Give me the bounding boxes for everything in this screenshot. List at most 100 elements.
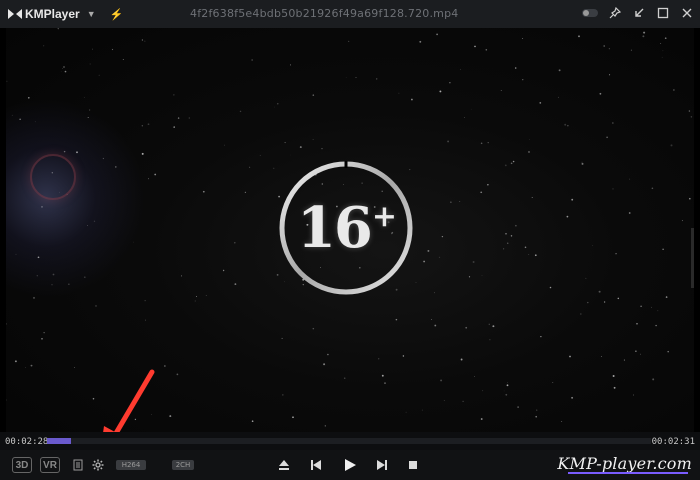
star [503, 390, 505, 392]
star [632, 394, 635, 396]
arrow-down-left-icon[interactable] [632, 6, 646, 20]
maximize-icon[interactable] [656, 6, 670, 20]
star [284, 142, 286, 144]
star [485, 49, 488, 51]
star [251, 59, 253, 61]
star [402, 355, 405, 357]
star [510, 235, 513, 237]
star [41, 206, 43, 208]
star [552, 382, 554, 383]
star [312, 327, 315, 330]
playlist-icon[interactable] [72, 458, 84, 472]
star [629, 178, 631, 180]
star [378, 358, 380, 360]
star [489, 339, 491, 341]
star [169, 415, 172, 418]
star [587, 301, 589, 304]
toggle-switch[interactable] [582, 9, 598, 17]
star [492, 325, 495, 328]
star [421, 409, 423, 411]
star [507, 242, 509, 244]
seek-row: 00:02:28 00:02:31 [0, 432, 700, 450]
gear-icon[interactable] [91, 458, 105, 472]
star [613, 386, 616, 389]
eject-icon[interactable] [276, 458, 292, 472]
star [381, 374, 384, 377]
star [487, 184, 489, 186]
star [43, 332, 45, 334]
codec-badge[interactable]: H264 [116, 460, 146, 470]
star [290, 64, 291, 66]
star [6, 80, 8, 82]
star [74, 367, 75, 368]
pin-icon[interactable] [608, 6, 622, 20]
star [612, 188, 614, 190]
stop-icon[interactable] [406, 459, 420, 471]
star [83, 96, 85, 98]
chevron-down-icon[interactable]: ▼ [87, 9, 96, 19]
star [481, 274, 483, 276]
star [660, 43, 662, 44]
rating-number: 16 [296, 195, 373, 261]
close-icon[interactable] [680, 6, 694, 20]
star [147, 123, 150, 126]
seek-bar[interactable] [47, 438, 651, 444]
star [503, 248, 505, 250]
side-scroll-handle[interactable] [691, 228, 694, 288]
star [188, 117, 190, 119]
star [473, 376, 475, 378]
star [505, 232, 507, 235]
star [623, 359, 625, 361]
star [566, 215, 569, 218]
title-bar: KMPlayer ▼ ⚡ 4f2f638f5e4bdb50b21926f49a6… [0, 0, 700, 28]
star [36, 275, 38, 277]
star [281, 337, 283, 339]
app-name: KMPlayer [25, 7, 80, 21]
star [506, 384, 509, 387]
star [482, 390, 484, 392]
star [423, 260, 425, 263]
star [33, 296, 35, 299]
star [529, 138, 531, 140]
bolt-icon[interactable]: ⚡ [110, 8, 124, 21]
star [665, 296, 668, 298]
star [449, 82, 451, 84]
star [144, 300, 146, 302]
star [249, 166, 251, 168]
star [239, 110, 242, 113]
skip-next-icon[interactable] [374, 458, 390, 472]
3d-mode-button[interactable]: 3D [12, 457, 32, 473]
star [443, 400, 445, 401]
star [436, 33, 438, 36]
star [164, 365, 166, 367]
star [321, 148, 323, 150]
age-rating-badge: 16 + [276, 158, 416, 298]
star [395, 318, 398, 321]
star [500, 90, 502, 91]
star [405, 411, 407, 413]
vr-mode-button[interactable]: VR [40, 457, 60, 473]
seek-progress [47, 438, 72, 444]
star [194, 300, 196, 302]
star [440, 379, 443, 382]
star [487, 141, 489, 144]
star [512, 160, 515, 163]
app-logo[interactable]: KMPlayer ▼ [8, 7, 96, 21]
play-icon[interactable] [341, 457, 359, 473]
star [564, 123, 567, 126]
star [66, 194, 68, 195]
star [34, 121, 36, 123]
star [141, 39, 144, 41]
star [384, 382, 386, 384]
audio-channels-badge[interactable]: 2CH [172, 460, 194, 470]
star [312, 94, 315, 96]
star [470, 108, 472, 110]
star [462, 400, 464, 403]
star [141, 125, 143, 127]
star [111, 48, 114, 51]
star [177, 117, 180, 119]
star [609, 74, 611, 76]
star [465, 326, 468, 329]
skip-previous-icon[interactable] [308, 458, 324, 472]
star [95, 304, 97, 307]
